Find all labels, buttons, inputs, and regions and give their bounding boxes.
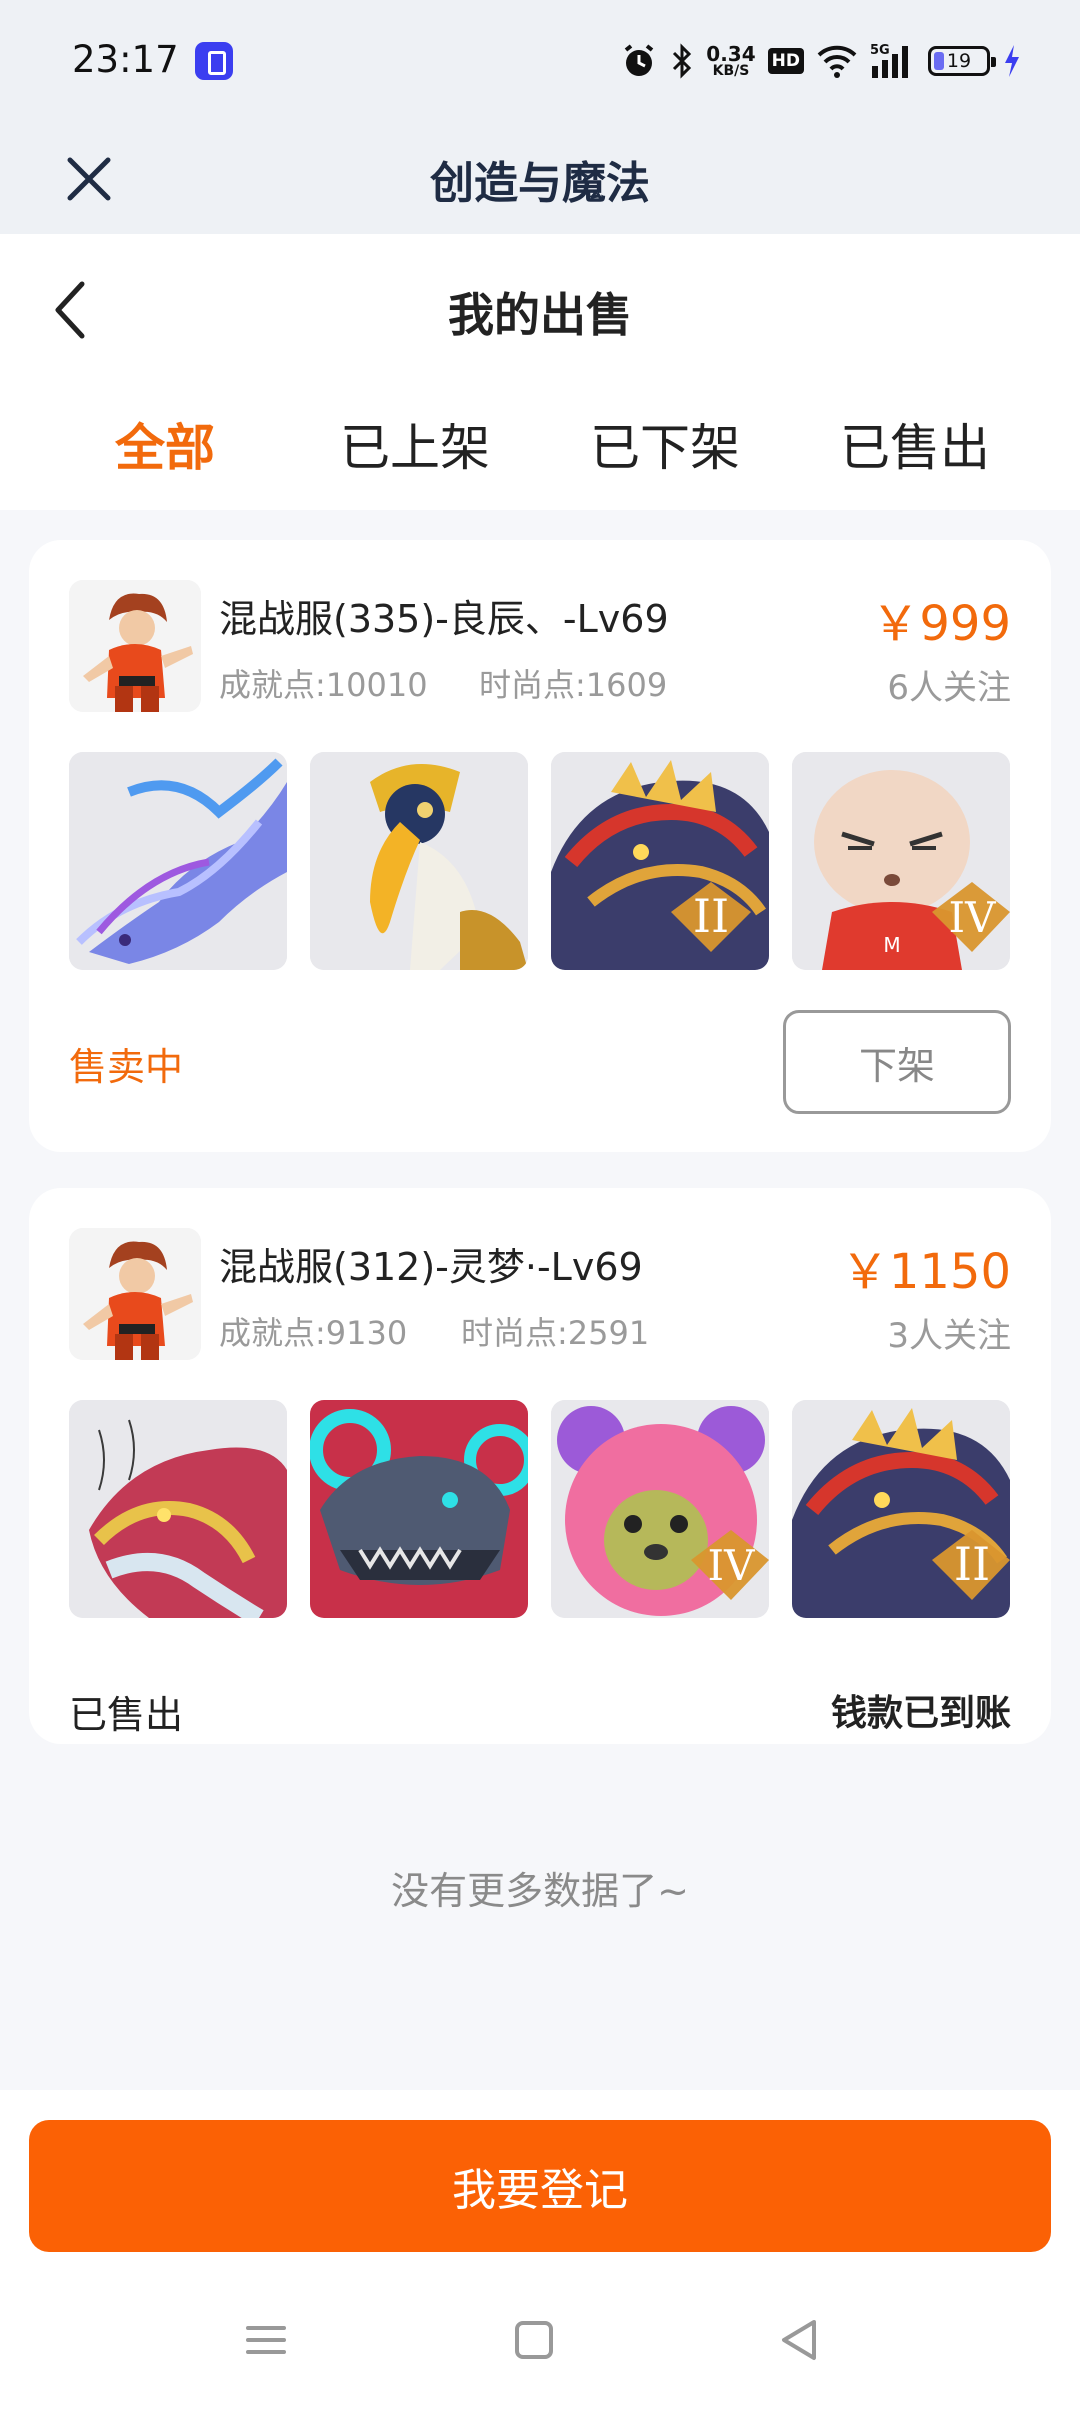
system-nav-bar xyxy=(0,2270,1080,2412)
tab-delisted[interactable]: 已下架 xyxy=(540,394,790,494)
app-header: 创造与魔法 xyxy=(0,124,1080,234)
app-notification-icon xyxy=(195,42,233,80)
pet-thumbnail[interactable] xyxy=(69,1400,287,1618)
cellular-signal-icon: 5G xyxy=(870,42,916,80)
register-button[interactable]: 我要登记 xyxy=(29,2120,1051,2252)
payout-status: 钱款已到账 xyxy=(830,1693,1011,1734)
fashion-points: 时尚点:2591 xyxy=(461,1314,650,1352)
achievement-points: 成就点:10010 xyxy=(219,666,428,704)
character-avatar xyxy=(69,1228,201,1360)
pet-thumbnail[interactable]: II xyxy=(792,1400,1010,1618)
app-title: 创造与魔法 xyxy=(430,158,650,209)
page-header: 我的出售 全部 已上架 已下架 已售出 xyxy=(0,234,1080,510)
wifi-icon xyxy=(816,43,858,79)
square-icon xyxy=(515,2321,553,2359)
close-icon xyxy=(67,157,111,201)
battery-level: 19 xyxy=(946,50,972,72)
page-title: 我的出售 xyxy=(448,288,632,342)
pet-thumbnail[interactable]: M IV xyxy=(792,752,1010,970)
tab-bar: 全部 已上架 已下架 已售出 xyxy=(0,394,1080,494)
no-more-data-text: 没有更多数据了~ xyxy=(391,1869,689,1913)
delist-button[interactable]: 下架 xyxy=(783,1010,1011,1114)
pet-thumbnail[interactable]: IV xyxy=(551,1400,769,1618)
status-icons: 0.34 KB/S HD 5G 19 xyxy=(620,36,1022,86)
follower-count: 6人关注 xyxy=(887,668,1011,708)
listing-price: ￥999 xyxy=(871,596,1011,652)
tab-sold[interactable]: 已售出 xyxy=(790,394,1040,494)
network-type-label: 5G xyxy=(870,43,890,58)
pet-thumbnail[interactable] xyxy=(310,1400,528,1618)
back-key[interactable] xyxy=(770,2310,830,2370)
menu-key[interactable] xyxy=(236,2310,296,2370)
listing-price: ￥1150 xyxy=(840,1244,1011,1300)
status-time: 23:17 xyxy=(72,38,179,81)
listing-status: 已售出 xyxy=(69,1693,184,1737)
battery-icon: 19 xyxy=(928,46,996,76)
status-bar: 23:17 0.34 KB/S HD 5G 19 xyxy=(0,0,1080,124)
close-button[interactable] xyxy=(60,150,118,208)
listing-title: 混战服(312)-灵梦·-Lv69 xyxy=(219,1245,643,1289)
home-key[interactable] xyxy=(504,2310,564,2370)
character-avatar xyxy=(69,580,201,712)
menu-icon xyxy=(246,2326,286,2354)
net-speed-value: 0.34 xyxy=(706,42,756,66)
alarm-icon xyxy=(620,42,658,80)
achievement-points: 成就点:9130 xyxy=(219,1314,408,1352)
fashion-points: 时尚点:1609 xyxy=(479,666,668,704)
bluetooth-icon xyxy=(670,42,694,80)
tab-all[interactable]: 全部 xyxy=(40,394,290,494)
net-speed-unit: KB/S xyxy=(712,63,750,79)
hd-icon: HD xyxy=(767,48,804,74)
net-speed: 0.34 KB/S xyxy=(706,44,755,78)
listing-status: 售卖中 xyxy=(69,1045,184,1089)
triangle-back-icon xyxy=(782,2320,816,2360)
tier-badge: II xyxy=(693,889,729,943)
svg-text:M: M xyxy=(883,933,900,957)
tier-badge: IV xyxy=(949,893,997,942)
follower-count: 3人关注 xyxy=(887,1316,1011,1356)
pet-thumbnail[interactable]: II xyxy=(551,752,769,970)
listing-title: 混战服(335)-良辰、-Lv69 xyxy=(219,597,669,641)
listing-card[interactable]: 混战服(335)-良辰、-Lv69 成就点:10010 时尚点:1609 ￥99… xyxy=(29,540,1051,1152)
tier-badge: II xyxy=(954,1537,990,1591)
tier-badge: IV xyxy=(708,1541,756,1590)
pet-thumbnail[interactable] xyxy=(310,752,528,970)
tab-listed[interactable]: 已上架 xyxy=(290,394,540,494)
pet-thumbnail[interactable] xyxy=(69,752,287,970)
listing-card[interactable]: 混战服(312)-灵梦·-Lv69 成就点:9130 时尚点:2591 ￥115… xyxy=(29,1188,1051,1744)
charging-icon xyxy=(1002,43,1022,79)
